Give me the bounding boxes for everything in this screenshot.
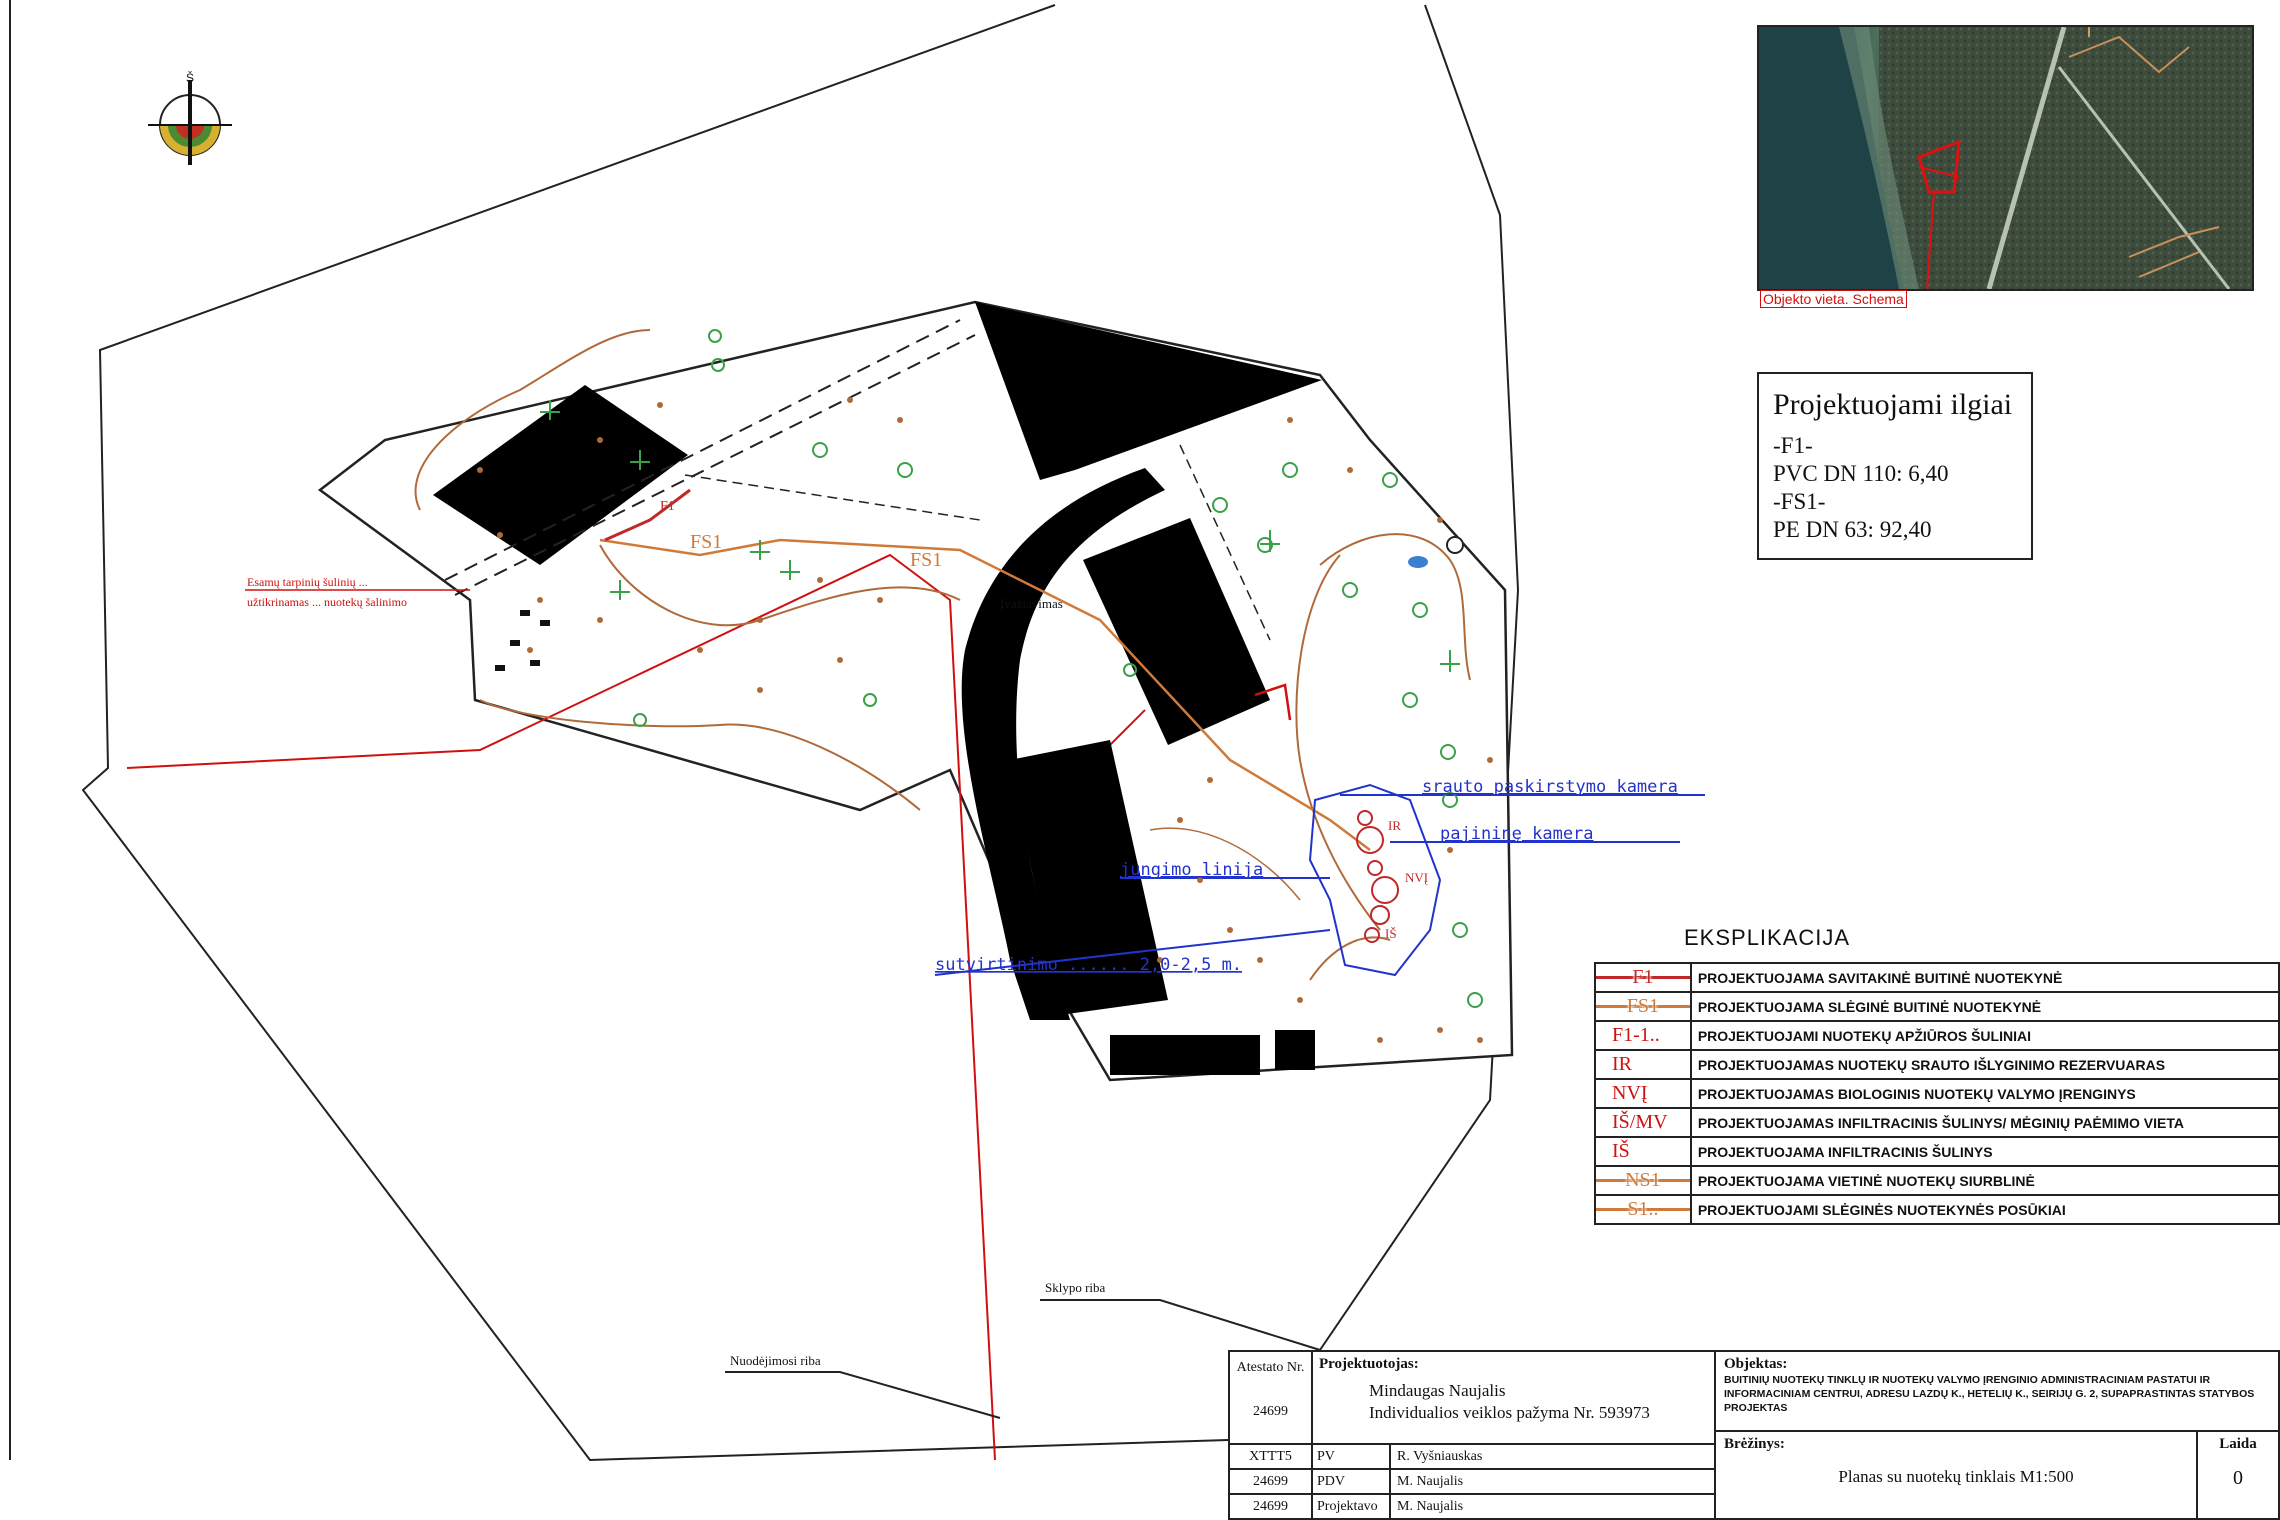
- title-block: Atestato Nr. 24699 Projektuotojas: Minda…: [1228, 1350, 2280, 1520]
- legend-symbol: IR: [1594, 1049, 1692, 1080]
- north-arrow-icon: Š: [148, 70, 232, 165]
- label-entrance: Įvažiavimas: [1000, 596, 1063, 611]
- legend-description: PROJEKTUOJAMAS BIOLOGINIS NUOTEKŲ VALYMO…: [1689, 1078, 2280, 1109]
- object-description: BUITINIŲ NUOTEKŲ TINKLŲ IR NUOTEKŲ VALYM…: [1724, 1374, 2255, 1414]
- revision-cell: Laida 0: [2196, 1430, 2280, 1520]
- staff-role: Projektavo: [1311, 1493, 1391, 1520]
- designer-cert: Individualios veiklos pažyma Nr. 593973: [1369, 1403, 1650, 1422]
- label-flow-chamber: srauto paskirstymo kamera: [1422, 777, 1678, 797]
- legend-row: NS1 PROJEKTUOJAMA VIETINĖ NUOTEKŲ SIURBLI…: [1594, 1165, 2280, 1196]
- object-label: Objektas:: [1724, 1356, 1788, 1372]
- staff-name: M. Naujalis: [1389, 1468, 1716, 1495]
- building-small-1: [1110, 1035, 1260, 1075]
- site-plot: [317, 300, 1514, 1082]
- legend-row: IR PROJEKTUOJAMAS NUOTEKŲ SRAUTO IŠLYGINI…: [1594, 1049, 2280, 1080]
- label-fs1-a: FS1: [690, 531, 722, 553]
- legend-description: PROJEKTUOJAMA INFILTRACINIS ŠULINYS: [1689, 1136, 2280, 1167]
- legend-symbol: IŠ/MV: [1594, 1107, 1692, 1138]
- drawing-label: Brėžinys:: [1724, 1436, 1785, 1452]
- revision-value: 0: [2233, 1467, 2243, 1489]
- legend-description: PROJEKTUOJAMI SLĖGINĖS NUOTEKYNĖS POSŪKI…: [1689, 1194, 2280, 1225]
- label-nvi: NVĮ: [1405, 870, 1428, 885]
- lengths-line: PVC DN 110: 6,40: [1773, 461, 1949, 486]
- legend-description: PROJEKTUOJAMI NUOTEKŲ APŽIŪROS ŠULINIAI: [1689, 1020, 2280, 1051]
- label-ir: IR: [1388, 818, 1401, 833]
- svg-text:Š: Š: [186, 70, 194, 85]
- staff-id: XTTT5: [1228, 1443, 1313, 1470]
- legend-symbol: F1: [1594, 962, 1692, 993]
- location-inset-map: [1757, 25, 2254, 291]
- revision-label: Laida: [2219, 1436, 2257, 1452]
- label-existing-2: užtikrinamas ... nuotekų šalinimo: [247, 595, 407, 609]
- label-f1: F1: [660, 499, 675, 514]
- atestato-cell: Atestato Nr. 24699: [1228, 1350, 1313, 1445]
- staff-name: M. Naujalis: [1389, 1493, 1716, 1520]
- legend-symbol: FS1: [1594, 991, 1692, 1022]
- label-is: IŠ: [1385, 926, 1397, 941]
- legend-description: PROJEKTUOJAMAS INFILTRACINIS ŠULINYS/ MĖ…: [1689, 1107, 2280, 1138]
- legend-description: PROJEKTUOJAMAS NUOTEKŲ SRAUTO IŠLYGINIMO…: [1689, 1049, 2280, 1080]
- staff-role: PV: [1311, 1443, 1391, 1470]
- staff-id: 24699: [1228, 1493, 1313, 1520]
- legend-table: F1 PROJEKTUOJAMA SAVITAKINĖ BUITINĖ NUOTE…: [1594, 962, 2280, 1225]
- label-lot-boundary: Sklypo riba: [1045, 1280, 1106, 1295]
- legend-title: EKSPLIKACIJA: [1684, 925, 1851, 950]
- label-existing-1: Esamų tarpinių šulinių ...: [247, 575, 368, 589]
- designer-name: Mindaugas Naujalis: [1369, 1381, 1506, 1400]
- legend-row: F1 PROJEKTUOJAMA SAVITAKINĖ BUITINĖ NUOTE…: [1594, 962, 2280, 993]
- drawing-title: Planas su nuotekų tinklais M1:500: [1838, 1467, 2074, 1486]
- legend-row: FS1 PROJEKTUOJAMA SLĖGINĖ BUITINĖ NUOTEKY…: [1594, 991, 2280, 1022]
- legend-row: S1.. PROJEKTUOJAMI SLĖGINĖS NUOTEKYNĖS PO…: [1594, 1194, 2280, 1225]
- designer-label: Projektuotojas:: [1319, 1356, 1419, 1372]
- lengths-line: -FS1-: [1773, 489, 1826, 514]
- legend-symbol: F1-1..: [1594, 1020, 1692, 1051]
- legend-symbol: NVĮ: [1594, 1078, 1692, 1109]
- legend-description: PROJEKTUOJAMA SLĖGINĖ BUITINĖ NUOTEKYNĖ: [1689, 991, 2280, 1022]
- staff-id: 24699: [1228, 1468, 1313, 1495]
- lengths-title: Projektuojami ilgiai: [1773, 388, 2013, 421]
- legend-row: IŠ PROJEKTUOJAMA INFILTRACINIS ŠULINYS: [1594, 1136, 2280, 1167]
- projected-lengths-box: Projektuojami ilgiai -F1- PVC DN 110: 6,…: [1757, 372, 2033, 560]
- legend-description: PROJEKTUOJAMA VIETINĖ NUOTEKŲ SIURBLINĖ: [1689, 1165, 2280, 1196]
- label-connection-line: jungimo linija: [1120, 860, 1263, 880]
- label-lease-boundary: Nuodėjimosi riba: [730, 1353, 821, 1368]
- legend-symbol: NS1: [1594, 1165, 1692, 1196]
- label-soak-line: sutvirtinimo ...... 2,0-2,5 m.: [935, 955, 1242, 975]
- staff-role: PDV: [1311, 1468, 1391, 1495]
- legend-row: IŠ/MV PROJEKTUOJAMAS INFILTRACINIS ŠULINY…: [1594, 1107, 2280, 1138]
- designer-cell: Projektuotojas: Mindaugas Naujalis Indiv…: [1311, 1350, 1716, 1445]
- atestato-header: Atestato Nr.: [1236, 1360, 1305, 1375]
- legend-description: PROJEKTUOJAMA SAVITAKINĖ BUITINĖ NUOTEKY…: [1689, 962, 2280, 993]
- legend-row: F1-1.. PROJEKTUOJAMI NUOTEKŲ APŽIŪROS ŠUL…: [1594, 1020, 2280, 1051]
- inset-caption: Objekto vieta. Schema: [1760, 290, 1907, 308]
- legend-symbol: IŠ: [1594, 1136, 1692, 1167]
- atestato-number: 24699: [1253, 1404, 1288, 1419]
- label-fs1-b: FS1: [910, 549, 942, 571]
- staff-name: R. Vyšniauskas: [1389, 1443, 1716, 1470]
- lengths-line: PE DN 63: 92,40: [1773, 517, 1932, 542]
- drawing-cell: Brėžinys: Planas su nuotekų tinklais M1:…: [1714, 1430, 2198, 1520]
- legend-symbol: S1..: [1594, 1194, 1692, 1225]
- legend-row: NVĮ PROJEKTUOJAMAS BIOLOGINIS NUOTEKŲ VAL…: [1594, 1078, 2280, 1109]
- object-cell: Objektas: BUITINIŲ NUOTEKŲ TINKLŲ IR NUO…: [1714, 1350, 2280, 1432]
- building-small-2: [1275, 1030, 1315, 1070]
- label-pump-chamber: pajininę kamera: [1440, 824, 1594, 844]
- lengths-line: -F1-: [1773, 433, 1813, 458]
